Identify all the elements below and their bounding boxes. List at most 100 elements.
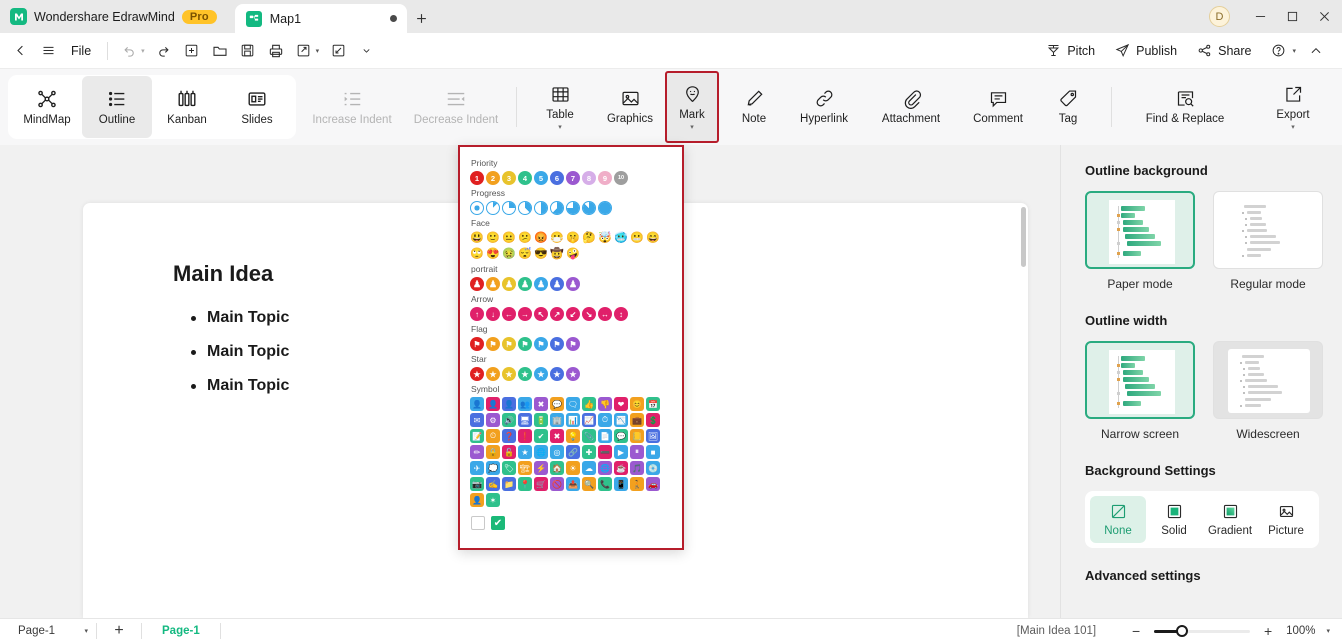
mark-item[interactable]: 1 — [470, 171, 484, 185]
mark-item[interactable]: 🔗 — [566, 445, 580, 459]
mark-item[interactable]: ✶ — [486, 493, 500, 507]
maximize-button[interactable] — [1276, 0, 1308, 33]
mark-item[interactable]: ❓ — [502, 429, 516, 443]
ribbon-hyperlink-button[interactable]: Hyperlink — [789, 76, 859, 138]
outline-root-topic[interactable]: Main Idea — [173, 261, 273, 287]
mark-item[interactable]: 🤠 — [550, 247, 564, 261]
mark-item[interactable]: ✍ — [486, 477, 500, 491]
mark-item[interactable]: 👤 — [486, 397, 500, 411]
more-options-chevron-icon[interactable] — [352, 37, 380, 65]
mark-item[interactable] — [502, 201, 516, 215]
mark-item[interactable]: ♟ — [550, 277, 564, 291]
mark-item[interactable]: 10 — [614, 171, 628, 185]
mark-item[interactable]: ✔ — [534, 429, 548, 443]
outline-topic-2[interactable]: Main Topic — [191, 335, 289, 369]
mark-item[interactable]: 🌐 — [598, 461, 612, 475]
mark-item[interactable]: 📉 — [614, 413, 628, 427]
zoom-out-button[interactable]: − — [1129, 623, 1143, 639]
background-option-none[interactable]: None — [1090, 496, 1146, 543]
mark-item[interactable]: 😍 — [486, 247, 500, 261]
mark-item[interactable]: 💼 — [630, 413, 644, 427]
zoom-slider[interactable] — [1154, 624, 1251, 637]
mark-item[interactable]: 2 — [486, 171, 500, 185]
mark-item[interactable]: ❤ — [614, 397, 628, 411]
ribbon-mark-button[interactable]: Mark ▾ — [665, 71, 719, 143]
mark-item[interactable]: ★ — [486, 367, 500, 381]
ribbon-graphics-button[interactable]: Graphics — [595, 76, 665, 138]
ribbon-mindmap-button[interactable]: MindMap — [12, 76, 82, 138]
mark-item[interactable]: 📁 — [502, 477, 516, 491]
mark-item[interactable]: 💿 — [646, 461, 660, 475]
ribbon-find-replace-button[interactable]: Find & Replace — [1120, 76, 1250, 138]
mark-item[interactable]: ★ — [534, 367, 548, 381]
mark-item[interactable]: 🤫 — [566, 231, 580, 245]
ribbon-export-button[interactable]: Export ▾ — [1258, 76, 1328, 138]
mark-item[interactable]: ♟ — [566, 277, 580, 291]
outline-width-widescreen[interactable]: Widescreen — [1213, 341, 1323, 441]
file-menu[interactable]: File — [62, 44, 100, 58]
hamburger-menu-icon[interactable] — [34, 37, 62, 65]
mark-caret-icon[interactable]: ▾ — [690, 124, 694, 131]
mark-item[interactable]: 🔍 — [582, 477, 596, 491]
mark-item[interactable]: ↘ — [582, 307, 596, 321]
mark-item[interactable]: 💬 — [550, 397, 564, 411]
outline-width-narrow-screen[interactable]: Narrow screen — [1085, 341, 1195, 441]
publish-button[interactable]: Publish — [1106, 39, 1186, 62]
outline-background-regular-mode[interactable]: Regular mode — [1213, 191, 1323, 291]
mark-item[interactable]: ☕ — [614, 461, 628, 475]
mark-item[interactable]: ↑ — [470, 307, 484, 321]
mark-item[interactable]: ♟ — [502, 277, 516, 291]
mark-item[interactable]: ⚑ — [550, 337, 564, 351]
mark-item[interactable]: 😃 — [470, 231, 484, 245]
mark-item[interactable]: 🏢 — [550, 413, 564, 427]
mark-item[interactable]: 👥 — [518, 397, 532, 411]
mark-item[interactable]: 🙂 — [486, 231, 500, 245]
mark-item[interactable] — [582, 201, 596, 215]
zoom-in-button[interactable]: + — [1261, 623, 1275, 639]
mark-item[interactable]: ♟ — [486, 277, 500, 291]
mark-item[interactable]: 🖥 — [518, 413, 532, 427]
mark-item[interactable]: ⚑ — [502, 337, 516, 351]
mark-item[interactable]: 📎 — [582, 429, 596, 443]
mark-item[interactable]: ■ — [646, 445, 660, 459]
mark-item[interactable]: ✏ — [470, 445, 484, 459]
mark-item[interactable]: ⚑ — [566, 337, 580, 351]
undo-icon[interactable] — [115, 37, 143, 65]
mark-item[interactable]: 😐 — [502, 231, 516, 245]
mark-item[interactable]: 9 — [598, 171, 612, 185]
mark-item[interactable]: ⚙ — [486, 413, 500, 427]
mark-item[interactable]: 📷 — [470, 477, 484, 491]
mark-item[interactable]: 4 — [518, 171, 532, 185]
mark-item[interactable]: 📤 — [566, 477, 580, 491]
mark-item[interactable]: 😷 — [550, 231, 564, 245]
mark-item[interactable]: 🔒 — [486, 445, 500, 459]
mark-item[interactable]: 📞 — [598, 477, 612, 491]
mark-item[interactable]: 📒 — [630, 429, 644, 443]
avatar[interactable]: D — [1209, 6, 1230, 27]
outline-topic-3[interactable]: Main Topic — [191, 369, 289, 403]
mark-item[interactable]: ↔ — [598, 307, 612, 321]
zoom-slider-knob[interactable] — [1176, 624, 1189, 637]
mark-item[interactable]: ★ — [518, 445, 532, 459]
undo-caret-icon[interactable]: ▾ — [141, 47, 145, 55]
mark-item[interactable]: 🤔 — [582, 231, 596, 245]
mark-item[interactable]: ⚑ — [486, 337, 500, 351]
ribbon-slides-button[interactable]: Slides — [222, 76, 292, 138]
ribbon-comment-button[interactable]: Comment — [963, 76, 1033, 138]
print-icon[interactable] — [262, 37, 290, 65]
mark-item[interactable]: ❗ — [518, 429, 532, 443]
export-share-icon[interactable] — [290, 37, 318, 65]
background-option-picture[interactable]: Picture — [1258, 496, 1314, 543]
outline-topic-1[interactable]: Main Topic — [191, 301, 289, 335]
mark-item[interactable]: ⚑ — [534, 337, 548, 351]
mark-item[interactable]: 🙄 — [470, 247, 484, 261]
mark-item[interactable]: ☁ — [582, 461, 596, 475]
mark-item[interactable]: ★ — [470, 367, 484, 381]
ribbon-note-button[interactable]: Note — [719, 76, 789, 138]
mark-item[interactable]: ↓ — [486, 307, 500, 321]
ribbon-tag-button[interactable]: Tag — [1033, 76, 1103, 138]
zoom-caret-icon[interactable]: ▾ — [1326, 627, 1330, 635]
mark-item[interactable]: 🤪 — [566, 247, 580, 261]
mark-item[interactable]: 🏷 — [502, 461, 516, 475]
brand-tab[interactable]: Wondershare EdrawMind Pro — [0, 0, 229, 33]
